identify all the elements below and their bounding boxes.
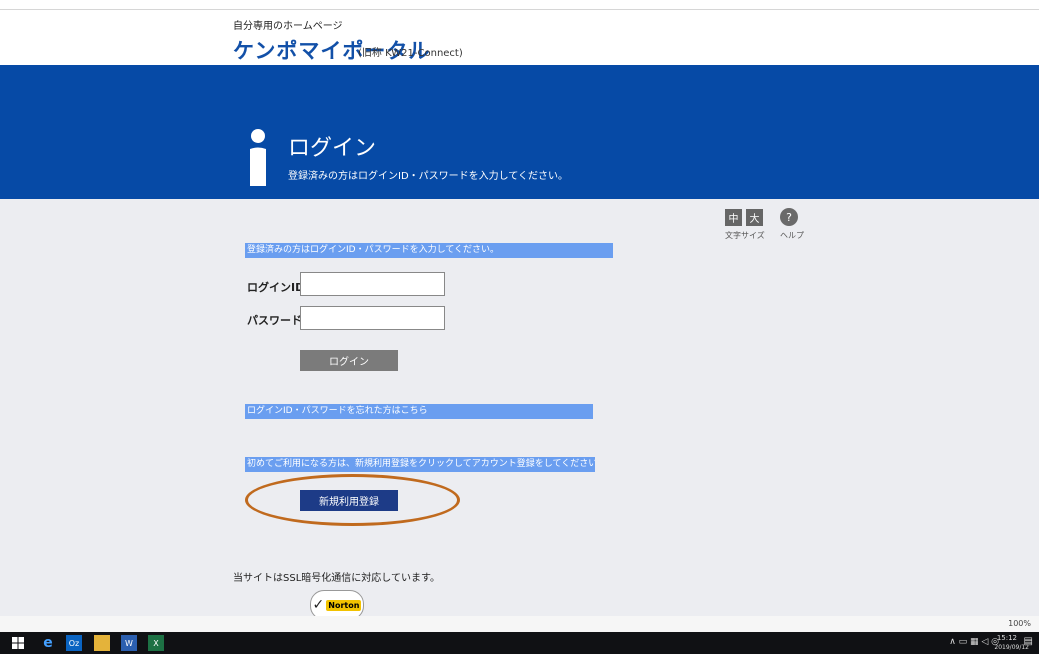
zoom-level[interactable]: 100% [1008,619,1031,628]
file-explorer-icon[interactable] [94,635,110,651]
help-caption[interactable]: ヘルプ [780,230,804,241]
register-instruction: 初めてご利用になる方は、新規利用登録をクリックしてアカウント登録をしてください。 [245,457,595,472]
site-title-note: (旧称 KW21-Connect) [358,48,463,59]
site-subtitle: 自分専用のホームページ [233,21,343,32]
login-id-label: ログインID [247,281,305,294]
windows-start-icon[interactable] [10,635,26,651]
system-tray-icons[interactable]: ∧ ▭ ▦ ◁ ◎ [949,637,999,647]
outlook-icon[interactable]: Oz [66,635,82,651]
taskbar: e Oz W X ∧ ▭ ▦ ◁ ◎ 15:12 2019/09/12 ▤ [0,632,1039,654]
page-subtitle: 登録済みの方はログインID・パスワードを入力してください。 [288,171,569,182]
clock-time[interactable]: 15:12 [997,634,1017,642]
excel-icon[interactable]: X [148,635,164,651]
check-icon: ✓ [312,597,325,613]
word-icon[interactable]: W [121,635,137,651]
login-button[interactable]: ログイン [300,350,398,371]
forgot-credentials-link[interactable]: ログインID・パスワードを忘れた方はこちら [245,404,593,419]
font-size-caption: 文字サイズ [725,231,765,240]
font-size-medium-button[interactable]: 中 [725,209,742,226]
page-title: ログイン [288,136,377,161]
norton-label: Norton [326,599,362,611]
person-icon [250,129,266,186]
font-size-large-button[interactable]: 大 [746,209,763,226]
help-icon[interactable]: ? [780,208,798,226]
notification-icon[interactable]: ▤ [1024,636,1033,647]
highlight-circle [245,474,460,526]
login-instruction: 登録済みの方はログインID・パスワードを入力してください。 [245,243,613,258]
login-id-input[interactable] [300,272,445,296]
ssl-notice: 当サイトはSSL暗号化通信に対応しています。 [233,573,440,584]
internet-explorer-icon[interactable]: e [40,635,56,651]
password-label: パスワード [247,314,302,327]
top-divider [0,9,1039,10]
browser-status-bar [0,616,1039,632]
password-input[interactable] [300,306,445,330]
